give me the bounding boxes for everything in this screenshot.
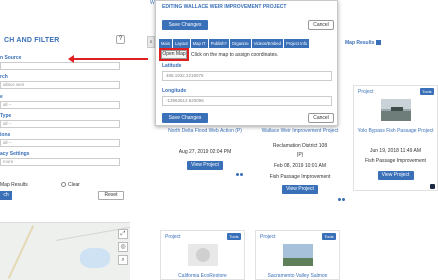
reset-button[interactable]: Reset xyxy=(98,191,124,200)
project-card: Project Tools Yolo Bypass Fish Passage P… xyxy=(353,85,438,191)
map-it-panel: Open Map Click on the map to assign coor… xyxy=(159,48,336,61)
project-thumbnail[interactable] xyxy=(187,244,218,266)
card-title[interactable]: Yolo Bypass Fish Passage Project xyxy=(356,128,435,134)
save-changes-button-top[interactable]: Save Changes xyxy=(162,20,208,30)
tab-organize[interactable]: Organize xyxy=(229,39,251,48)
tab-map-it[interactable]: Map IT xyxy=(190,39,208,48)
card-project-label: Project xyxy=(260,234,276,240)
tools-button[interactable]: Tools xyxy=(227,233,241,240)
longitude-input[interactable]: -13963612.620096 xyxy=(162,96,332,106)
tools-button[interactable]: Tools xyxy=(420,88,434,95)
tab-videos-embed[interactable]: Videos/Embed xyxy=(251,39,283,48)
tab-main[interactable]: Main xyxy=(159,39,173,48)
annotation-arrow-head xyxy=(68,55,74,63)
card-title[interactable]: Wallace Weir Improvement Project xyxy=(258,128,342,134)
search-input[interactable]: allace weir xyxy=(0,81,120,89)
edit-project-modal: EDITING WALLACE WEIR IMPROVEMENT PROJECT… xyxy=(155,0,338,126)
card-district: Reclamation District 108 xyxy=(272,143,328,149)
filter-label-source: n Source xyxy=(0,55,22,61)
map-results-toggle[interactable]: Map Results xyxy=(345,40,382,46)
project-card: Project Tools California EcoRestore xyxy=(160,230,245,280)
people-icon xyxy=(338,198,346,203)
filter-source-field[interactable] xyxy=(0,62,120,70)
filter-privacy-select[interactable]: more xyxy=(0,158,120,166)
card-title[interactable]: California EcoRestore xyxy=(163,273,242,279)
card-project-label: Project xyxy=(165,234,181,240)
card-district-sub: (P) xyxy=(296,152,304,158)
clear-radio[interactable]: Clear xyxy=(61,182,80,188)
map-hint-text: Click on the map to assign coordinates. xyxy=(191,52,279,58)
card-date: Feb 08, 2019 10:01 AM xyxy=(274,163,326,169)
view-project-button[interactable]: View Project xyxy=(187,161,223,170)
map-road xyxy=(7,225,35,279)
project-thumbnail[interactable] xyxy=(380,99,411,121)
filter-regions-select[interactable]: all -- xyxy=(0,139,120,147)
map-fullscreen-icon[interactable]: ⤢ xyxy=(118,229,128,239)
mini-map[interactable] xyxy=(0,222,130,280)
map-results-label: Map Results xyxy=(345,40,375,46)
card-project-label: Project xyxy=(358,89,374,95)
save-changes-button-bottom[interactable]: Save Changes xyxy=(162,113,208,123)
view-project-button[interactable]: View Project xyxy=(282,185,318,194)
search-button[interactable]: ch xyxy=(0,191,12,200)
longitude-label: Longitude xyxy=(162,88,187,94)
map-results-radio-label[interactable]: Map Results xyxy=(0,182,28,188)
annotation-arrow-line xyxy=(72,58,148,60)
card-category: Fish Passage Improvement xyxy=(269,174,331,180)
latitude-label: Latitude xyxy=(162,63,182,69)
latitude-input[interactable]: 468.1932.2218076 xyxy=(162,71,332,81)
collapse-handle[interactable]: S xyxy=(147,36,155,48)
lock-icon xyxy=(430,184,435,189)
open-map-button[interactable]: Open Map xyxy=(161,50,187,59)
map-water xyxy=(80,248,110,268)
filter-label-regions: ions xyxy=(0,132,11,138)
checkbox-icon[interactable] xyxy=(376,40,382,46)
sidebar-title: CH AND FILTER xyxy=(4,37,60,44)
filter-project-type-select[interactable]: all -- xyxy=(0,120,120,128)
map-locate-icon[interactable]: ◎ xyxy=(118,242,128,252)
modal-tabs: Main Layout Map IT Publish? Organize Vid… xyxy=(159,39,310,48)
modal-title: EDITING WALLACE WEIR IMPROVEMENT PROJECT xyxy=(162,4,287,10)
project-card: Project Tools Sacramento Valley Salmon xyxy=(255,230,340,280)
help-button[interactable]: ? xyxy=(116,35,125,44)
filter-label-type: e xyxy=(0,94,3,100)
filter-label-project-type: Type xyxy=(0,113,12,119)
filter-label-search: rch xyxy=(0,74,8,80)
radio-icon[interactable] xyxy=(61,182,66,188)
view-project-button[interactable]: View Project xyxy=(377,171,414,180)
tools-button[interactable]: Tools xyxy=(322,233,336,240)
tab-layout[interactable]: Layout xyxy=(173,39,190,48)
card-title[interactable]: North Delta Flood Web Action (P) xyxy=(163,128,247,134)
card-date: Jun 19, 2018 11:49 AM xyxy=(369,148,422,154)
tab-publish[interactable]: Publish? xyxy=(208,39,229,48)
tab-project-info[interactable]: Project Info xyxy=(283,39,310,48)
cancel-button-top[interactable]: Cancel xyxy=(308,20,334,30)
search-filter-sidebar: CH AND FILTER ? n Source rch allace weir… xyxy=(0,30,130,280)
clear-label: Clear xyxy=(68,182,80,188)
cancel-button-bottom[interactable]: Cancel xyxy=(308,113,334,123)
filter-type-select[interactable]: all -- xyxy=(0,101,120,109)
filter-label-privacy: acy Settings xyxy=(0,151,30,157)
card-title[interactable]: Sacramento Valley Salmon xyxy=(258,273,337,279)
map-zoom-icon[interactable]: ⌕ xyxy=(118,255,128,265)
people-icon xyxy=(236,173,244,178)
card-date: Aug 27, 2019 02:04 PM xyxy=(178,149,232,155)
project-thumbnail[interactable] xyxy=(282,244,313,266)
card-category: Fish Passage Improvement xyxy=(365,158,426,164)
